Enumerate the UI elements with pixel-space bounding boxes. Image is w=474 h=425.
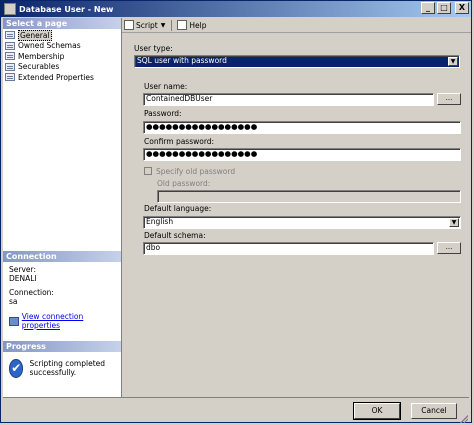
button-bar: OK Cancel: [3, 397, 469, 424]
resize-grip[interactable]: [460, 415, 468, 423]
old-password-input: [157, 190, 461, 203]
page-item-general[interactable]: General: [5, 29, 121, 41]
page-list: General Owned Schemas Membership Securab…: [3, 29, 121, 83]
user-type-value: SQL user with password: [137, 56, 227, 65]
cancel-button[interactable]: Cancel: [411, 403, 457, 419]
view-connection-properties-link[interactable]: View connection properties: [22, 312, 121, 330]
toolbar-separator: [171, 19, 173, 31]
help-label: Help: [189, 20, 207, 30]
specify-old-password-label: Specify old password: [156, 167, 236, 176]
user-type-label: User type:: [134, 44, 173, 53]
default-language-value: English: [146, 217, 174, 226]
progress-section: Progress ✔ Scripting completed successfu…: [3, 341, 121, 378]
properties-icon: [9, 316, 19, 326]
page-item-label: Extended Properties: [18, 72, 94, 82]
script-label: Script: [136, 20, 158, 30]
old-password-label: Old password:: [157, 179, 211, 188]
general-page: Script ▼ Help User type: SQL user with p…: [122, 18, 471, 397]
help-button[interactable]: Help: [177, 20, 207, 30]
toolbar: Script ▼ Help: [122, 18, 471, 33]
page-icon: [5, 31, 15, 40]
left-pane: Select a page General Owned Schemas Memb…: [3, 18, 122, 397]
password-label: Password:: [144, 109, 182, 118]
page-icon: [5, 62, 15, 71]
user-type-select[interactable]: SQL user with password ▼: [134, 55, 460, 68]
app-icon: [4, 3, 16, 15]
page-icon: [5, 73, 15, 82]
page-icon: [5, 52, 15, 61]
page-item-owned-schemas[interactable]: Owned Schemas: [5, 41, 121, 52]
page-item-securables[interactable]: Securables: [5, 62, 121, 73]
progress-header: Progress: [3, 341, 121, 352]
ok-button[interactable]: OK: [353, 402, 401, 420]
default-language-label: Default language:: [144, 204, 212, 213]
page-item-label: General: [18, 29, 52, 41]
page-item-label: Owned Schemas: [18, 41, 81, 51]
dialog-window: Database User - New _ □ X Select a page …: [0, 0, 472, 423]
default-schema-input[interactable]: dbo: [143, 242, 434, 255]
check-circle-icon: ✔: [9, 359, 24, 378]
select-page-header: Select a page: [3, 18, 121, 29]
chevron-down-icon[interactable]: ▼: [448, 57, 458, 66]
script-icon: [124, 20, 134, 30]
maximize-button[interactable]: □: [437, 2, 451, 14]
close-button[interactable]: X: [455, 2, 469, 14]
default-language-select[interactable]: English ▼: [143, 216, 461, 229]
progress-status: Scripting completed successfully.: [29, 359, 106, 377]
server-label: Server:: [9, 265, 36, 274]
help-icon: [177, 20, 188, 30]
specify-old-password-checkbox[interactable]: [144, 167, 152, 175]
minimize-button[interactable]: _: [421, 2, 435, 14]
connection-header: Connection: [3, 251, 121, 262]
default-schema-browse-button[interactable]: ...: [437, 242, 461, 254]
user-name-input[interactable]: ContainedDBUser: [143, 93, 434, 106]
server-value: DENALI: [9, 274, 37, 283]
page-item-extended-properties[interactable]: Extended Properties: [5, 72, 121, 83]
view-connection-properties[interactable]: View connection properties: [9, 312, 121, 330]
default-schema-label: Default schema:: [144, 231, 206, 240]
password-input[interactable]: ●●●●●●●●●●●●●●●●●: [143, 121, 461, 134]
page-item-label: Securables: [18, 62, 60, 72]
page-icon: [5, 41, 15, 50]
connection-value: sa: [9, 297, 18, 306]
connection-label: Connection:: [9, 288, 54, 297]
user-name-label: User name:: [144, 82, 188, 91]
title-bar: Database User - New _ □ X: [1, 1, 471, 17]
confirm-password-input[interactable]: ●●●●●●●●●●●●●●●●●: [143, 148, 461, 161]
script-button[interactable]: Script ▼: [124, 20, 165, 30]
window-title: Database User - New: [19, 4, 114, 14]
user-name-browse-button[interactable]: ...: [437, 93, 461, 105]
page-item-label: Membership: [18, 51, 65, 61]
confirm-password-label: Confirm password:: [144, 137, 215, 146]
connection-section: Connection Server: DENALI Connection: sa…: [3, 251, 121, 330]
page-item-membership[interactable]: Membership: [5, 51, 121, 62]
chevron-down-icon: ▼: [160, 21, 166, 29]
chevron-down-icon[interactable]: ▼: [449, 218, 459, 227]
